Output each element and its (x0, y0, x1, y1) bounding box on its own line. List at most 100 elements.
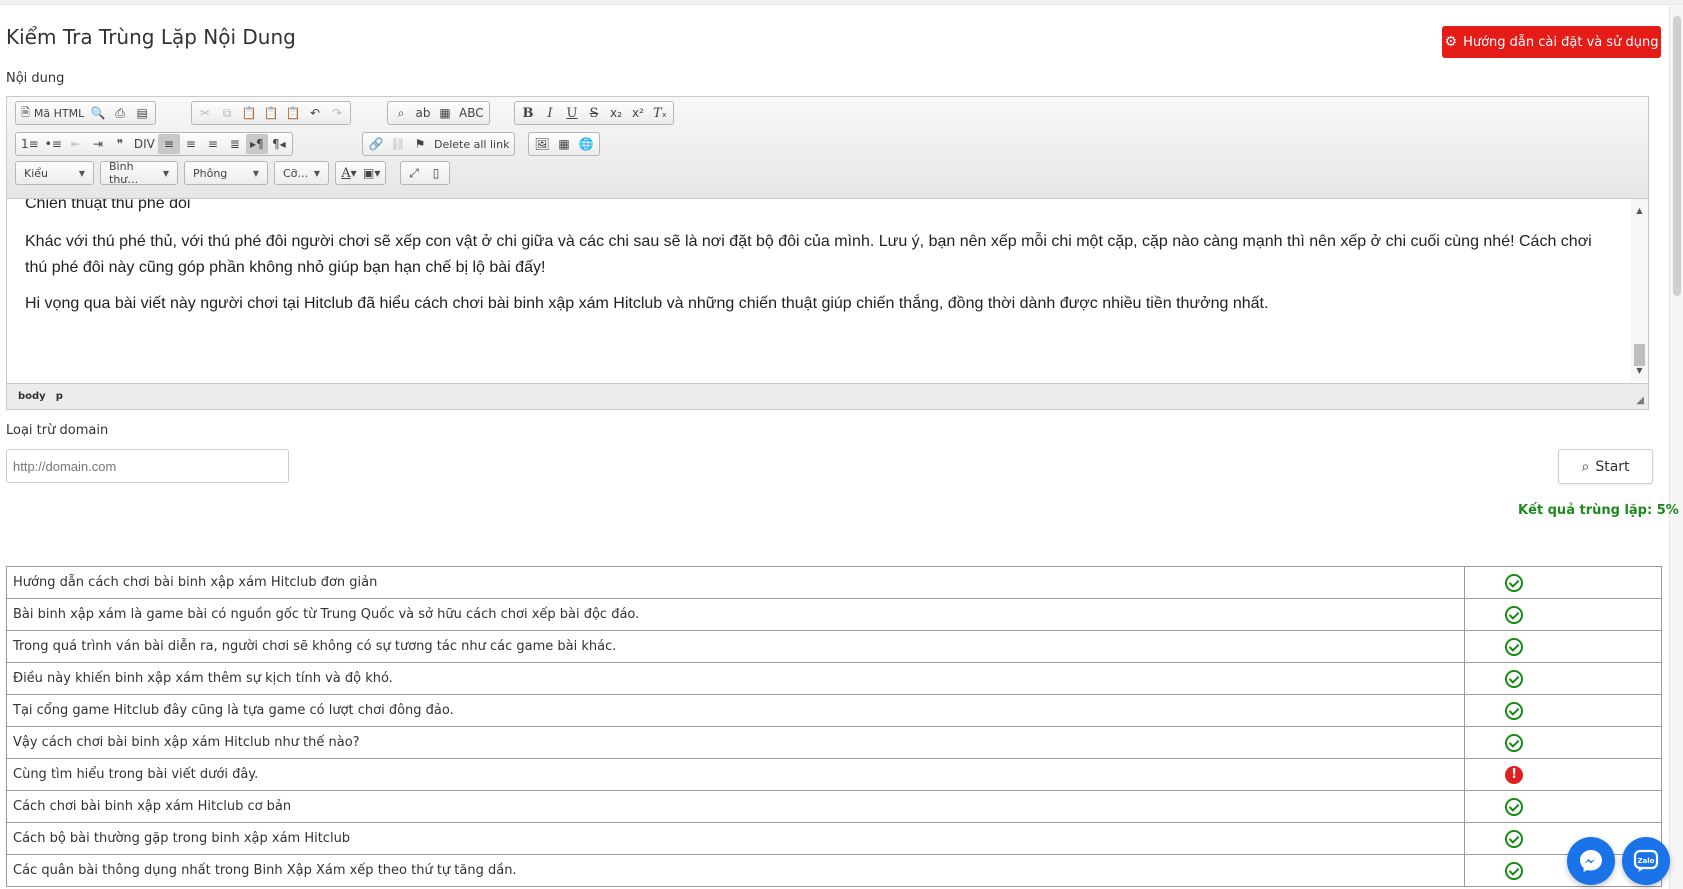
paste-word-icon[interactable]: 📋 (282, 103, 304, 123)
cut-icon[interactable]: ✂ (194, 103, 216, 123)
rich-text-editor[interactable]: 🗎 Mã HTML 🔍 ⎙ ▤ ✂ ⧉ 📋 📋 📋 ↶ ↷ ⌕ ab ▦ ABC … (6, 96, 1649, 410)
find-icon[interactable]: ⌕ (390, 103, 412, 123)
messenger-icon (1580, 850, 1602, 872)
chevron-down-icon: ▼ (252, 168, 259, 178)
size-combo-label: Cỡ… (283, 166, 309, 180)
redo-icon[interactable]: ↷ (326, 103, 348, 123)
domain-input[interactable] (6, 449, 289, 483)
toolbar-group-colors: A ▾ ▣▾ (335, 161, 387, 185)
outdent-icon[interactable]: ⇤ (65, 134, 87, 154)
bg-color-icon[interactable]: ▣▾ (360, 163, 383, 183)
ltr-icon[interactable]: ▸¶ (245, 134, 268, 154)
justify-icon[interactable]: ≣ (224, 134, 246, 154)
link-icon[interactable]: 🔗 (365, 134, 387, 154)
source-button[interactable]: 🗎 Mã HTML (18, 103, 87, 123)
toolbar-group-clipboard: ✂ ⧉ 📋 📋 📋 ↶ ↷ (191, 101, 351, 125)
sentence-cell: Cách bộ bài thường gặp trong binh xập xá… (5, 822, 1466, 855)
table-icon[interactable]: ▦ (553, 134, 575, 154)
font-combo-label: Phông (193, 166, 228, 180)
editor-heading: Chiến thuật thú phé đôi (25, 199, 191, 212)
templates-icon[interactable]: ▤ (131, 103, 153, 123)
status-cell (1464, 662, 1662, 695)
messenger-button[interactable] (1567, 837, 1615, 885)
iframe-icon[interactable]: 🌐 (575, 134, 597, 154)
show-blocks-icon[interactable]: ▯ (425, 163, 447, 183)
bulleted-list-icon[interactable]: •≡ (42, 134, 65, 154)
indent-icon[interactable]: ⇥ (87, 134, 109, 154)
div-icon[interactable]: DIV (131, 134, 158, 154)
top-border (0, 0, 1683, 5)
align-left-icon[interactable]: ≡ (157, 134, 180, 154)
scroll-up-icon[interactable]: ▲ (1631, 203, 1648, 217)
unlink-icon[interactable]: ⛓ (387, 134, 409, 154)
style-combo[interactable]: Kiểu ▼ (15, 161, 94, 185)
page-title: Kiểm Tra Trùng Lặp Nội Dung (6, 25, 296, 49)
toolbar-group-links: 🔗 ⛓ ⚑ Delete all link (362, 132, 516, 156)
check-circle-icon (1505, 861, 1524, 880)
undo-icon[interactable]: ↶ (304, 103, 326, 123)
check-circle-icon (1505, 605, 1524, 624)
align-center-icon[interactable]: ≡ (180, 134, 202, 154)
rtl-icon[interactable]: ¶◂ (268, 134, 290, 154)
sentence-cell: Vậy cách chơi bài binh xập xám Hitclub n… (5, 726, 1466, 759)
table-row: Các quân bài thông dụng nhất trong Binh … (5, 854, 1662, 887)
image-icon[interactable]: 🖼 (531, 134, 553, 154)
replace-icon[interactable]: ab (412, 103, 434, 123)
page-scrollbar[interactable] (1669, 6, 1683, 889)
table-row: Điều này khiến binh xập xám thêm sự kịch… (5, 662, 1662, 695)
select-all-icon[interactable]: ▦ (434, 103, 456, 123)
check-circle-icon (1505, 573, 1524, 592)
format-combo[interactable]: Bình thư… ▼ (100, 160, 178, 186)
start-button-label: Start (1595, 458, 1630, 475)
subscript-icon[interactable]: x₂ (605, 103, 627, 123)
delete-all-links-button[interactable]: Delete all link (431, 134, 512, 154)
spellcheck-icon[interactable]: ABC (456, 103, 487, 123)
numbered-list-icon[interactable]: 1≡ (18, 134, 42, 154)
check-circle-icon (1505, 669, 1524, 688)
editor-scrollbar[interactable]: ▲ ▼ (1631, 199, 1648, 381)
maximize-icon[interactable]: ⤢ (403, 163, 425, 183)
resize-handle-icon[interactable]: ◢ (1636, 395, 1644, 406)
paste-icon[interactable]: 📋 (238, 103, 260, 123)
page-scrollbar-thumb[interactable] (1673, 16, 1681, 296)
bold-icon[interactable]: B (517, 103, 539, 123)
start-button[interactable]: ⌕ Start (1558, 449, 1653, 484)
strike-icon[interactable]: S (583, 103, 605, 123)
status-cell (1464, 758, 1662, 791)
zalo-button[interactable]: Zalo (1622, 837, 1670, 885)
text-color-icon[interactable]: A ▾ (338, 163, 360, 183)
table-row: Vậy cách chơi bài binh xập xám Hitclub n… (5, 726, 1662, 759)
table-row: Cách chơi bài binh xập xám Hitclub cơ bả… (5, 790, 1662, 823)
source-label: Mã HTML (33, 106, 85, 120)
size-combo[interactable]: Cỡ… ▼ (274, 161, 329, 185)
editor-paragraph: Khác với thú phé thủ, với thú phé đôi ng… (25, 233, 1592, 276)
status-cell (1464, 598, 1662, 631)
sentence-cell: Trong quá trình ván bài diễn ra, người c… (5, 630, 1466, 663)
scroll-down-icon[interactable]: ▼ (1631, 363, 1648, 377)
copy-icon[interactable]: ⧉ (216, 103, 238, 123)
toolbar-group-basicstyles: B I U S x₂ x² Tₓ (514, 101, 674, 125)
preview-icon[interactable]: 🔍 (87, 103, 109, 123)
path-body[interactable]: body (18, 391, 46, 402)
font-combo[interactable]: Phông ▼ (184, 161, 268, 185)
check-circle-icon (1505, 701, 1524, 720)
zalo-icon: Zalo (1633, 849, 1659, 872)
italic-icon[interactable]: I (539, 103, 561, 123)
paste-text-icon[interactable]: 📋 (260, 103, 282, 123)
blockquote-icon[interactable]: ❞ (109, 134, 131, 154)
print-icon[interactable]: ⎙ (109, 103, 131, 123)
sentence-cell: Cách chơi bài binh xập xám Hitclub cơ bả… (5, 790, 1466, 823)
exclamation-circle-icon (1505, 765, 1524, 784)
remove-format-icon[interactable]: Tₓ (649, 103, 671, 123)
format-combo-label: Bình thư… (109, 160, 139, 186)
superscript-icon[interactable]: x² (627, 103, 649, 123)
check-circle-icon (1505, 733, 1524, 752)
align-right-icon[interactable]: ≡ (202, 134, 224, 154)
anchor-icon[interactable]: ⚑ (409, 134, 431, 154)
exclude-domain-label: Loại trừ domain (6, 423, 109, 438)
path-p[interactable]: p (56, 391, 63, 402)
sentence-cell: Tại cổng game Hitclub đây cũng là tựa ga… (5, 694, 1466, 727)
underline-icon[interactable]: U (561, 103, 583, 123)
guide-button[interactable]: ⚙ Hướng dẫn cài đặt và sử dụng (1442, 26, 1661, 58)
editor-content[interactable]: Chiến thuật thú phé đôi Khác với thú phé… (7, 199, 1633, 381)
